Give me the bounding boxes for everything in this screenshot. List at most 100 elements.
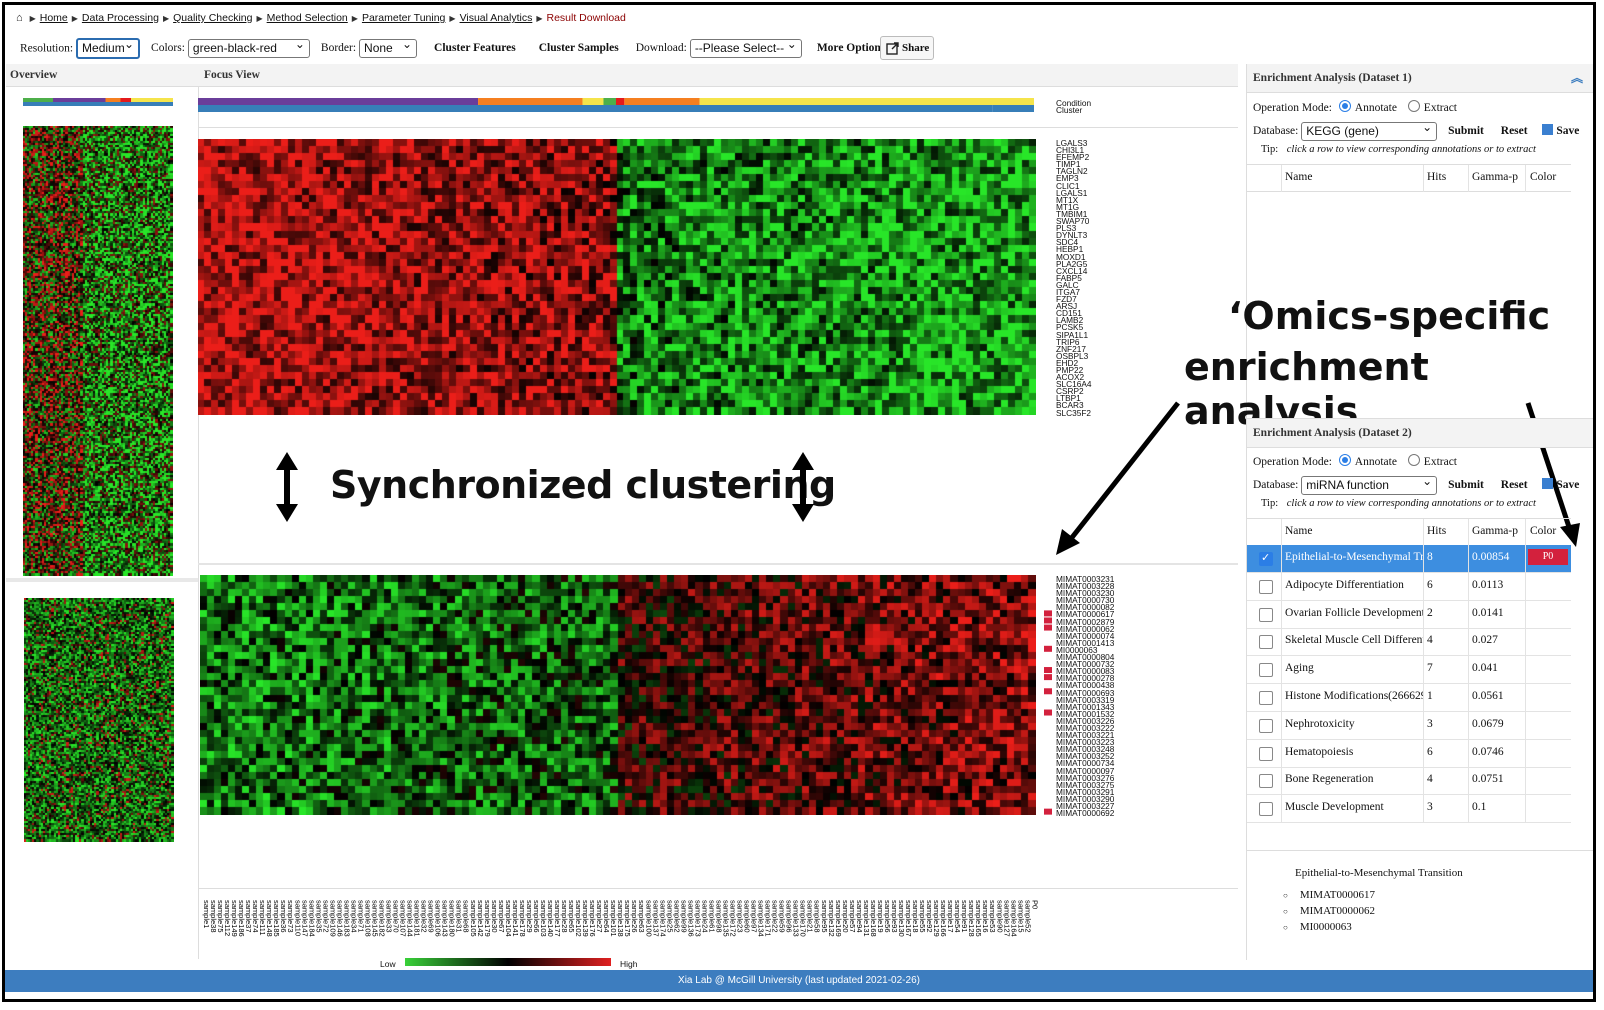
mirna-color-mark	[1044, 674, 1052, 681]
sync-annotation: Synchronized clustering	[330, 463, 836, 507]
enrichment-row[interactable]: Skeletal Muscle Cell Differentiat 4 0.02…	[1247, 628, 1571, 657]
more-options-button[interactable]: More Options	[817, 42, 885, 54]
annotation-bar-segment	[23, 102, 173, 106]
gene-label-column: LGALS3 CHI3L1 EFEMP2 TIMP1 TAGLN2 EMP3 CLIC1 LG…	[1056, 139, 1092, 417]
row-gamma-p: 0.0561	[1472, 690, 1504, 702]
colors-label: Colors:	[151, 42, 185, 55]
submit-button-2[interactable]: Submit	[1448, 479, 1484, 491]
row-hits: 7	[1427, 662, 1433, 675]
collapse-icon[interactable]: ︽	[1571, 64, 1583, 92]
save-icon[interactable]	[1542, 124, 1554, 136]
annotation-bar-segment	[198, 98, 479, 105]
share-button[interactable]: Share	[880, 36, 934, 60]
row-gamma-p: 0.0751	[1472, 773, 1504, 786]
cluster-label: Cluster	[1056, 105, 1083, 115]
focus-condition-bars	[198, 98, 1034, 112]
enrichment-row[interactable]: Ovarian Follicle Development 2 0.0141	[1247, 600, 1571, 629]
annotation-bar-segment	[616, 98, 625, 105]
database-row-2: Database: miRNA function Submit Reset Sa…	[1253, 474, 1579, 495]
row-gamma-p: 0.041	[1472, 662, 1498, 675]
overview-heatmap-genes[interactable]	[23, 126, 173, 576]
row-checkbox[interactable]	[1259, 635, 1273, 650]
breadcrumb-separator-icon: ▶	[449, 14, 456, 23]
row-checkbox[interactable]	[1259, 579, 1273, 594]
breadcrumb-link-home[interactable]: Home	[40, 12, 68, 24]
enrichment-1-table-header: Name Hits Gamma-p Color	[1247, 164, 1571, 192]
enrichment-2-title: Enrichment Analysis (Dataset 2)	[1247, 418, 1593, 448]
border-select[interactable]: None	[359, 37, 418, 58]
save-button-2[interactable]: Save	[1556, 479, 1579, 491]
resolution-select[interactable]: Medium	[76, 37, 141, 59]
enrichment-panel-2: Enrichment Analysis (Dataset 2) Operatio…	[1246, 418, 1593, 960]
database-select-1[interactable]: KEGG (gene)	[1301, 120, 1438, 141]
breadcrumb-link-method-selection[interactable]: Method Selection	[267, 12, 348, 24]
annotation-bar-segment	[105, 98, 121, 102]
footer: Xia Lab @ McGill University (last update…	[5, 970, 1593, 992]
annotation-bar-segment	[120, 98, 131, 102]
row-checkbox[interactable]	[1259, 802, 1273, 817]
breadcrumb-link-visual-analytics[interactable]: Visual Analytics	[460, 12, 533, 24]
mirna-color-marks	[1044, 610, 1052, 815]
row-checkbox[interactable]	[1259, 607, 1273, 622]
annotate-radio-1[interactable]	[1338, 100, 1351, 112]
row-gamma-p: 0.0141	[1472, 606, 1504, 619]
cluster-samples-button[interactable]: Cluster Samples	[539, 42, 619, 54]
breadcrumb-separator-icon: ▶	[256, 14, 263, 23]
row-gamma-p: 0.00854	[1472, 551, 1510, 563]
omics-annotation-line-1: ‘Omics-specific	[1228, 294, 1551, 338]
breadcrumb-link-parameter-tuning[interactable]: Parameter Tuning	[362, 12, 445, 24]
annotate-radio-2[interactable]	[1338, 454, 1351, 466]
save-icon[interactable]	[1542, 478, 1554, 490]
row-checkbox[interactable]	[1259, 691, 1273, 705]
download-select[interactable]: --Please Select--	[689, 37, 802, 58]
enrichment-row[interactable]: Histone Modifications(26662984 1 0.0561	[1247, 684, 1571, 712]
colors-select[interactable]: green-black-red	[187, 37, 310, 58]
cluster-features-button[interactable]: Cluster Features	[434, 42, 516, 54]
detail-list: ○ MIMAT0000617 ○ MIMAT0000062 ○ MI0000063	[1283, 885, 1375, 937]
enrichment-row[interactable]: Bone Regeneration 4 0.0751	[1247, 767, 1571, 796]
save-button-1[interactable]: Save	[1556, 125, 1579, 137]
focus-heatmap-genes[interactable]	[198, 139, 1036, 415]
database-select-2[interactable]: miRNA function	[1301, 474, 1438, 495]
annotation-bar-segment	[992, 105, 1034, 112]
detail-item: ○ MI0000063	[1283, 921, 1352, 933]
tip-row-1: Tip: click a row to view corresponding a…	[1261, 144, 1536, 155]
annotation-bar-segment	[23, 98, 53, 102]
row-hits: 3	[1427, 717, 1433, 730]
enrichment-row[interactable]: Aging 7 0.041	[1247, 656, 1571, 685]
extract-radio-1[interactable]	[1407, 100, 1420, 112]
mirna-label: MIMAT0000692	[1056, 808, 1115, 819]
reset-button-1[interactable]: Reset	[1501, 125, 1528, 137]
breadcrumb-link-quality-checking[interactable]: Quality Checking	[173, 12, 252, 24]
row-hits: 1	[1427, 690, 1433, 702]
row-checkbox[interactable]	[1259, 663, 1273, 678]
overview-heatmap-mirnas[interactable]	[24, 598, 174, 842]
annotation-bar-segment	[699, 98, 1034, 105]
breadcrumb-separator-icon: ▶	[536, 14, 543, 23]
annotation-bar-segment	[53, 98, 106, 102]
extract-radio-2[interactable]	[1407, 454, 1420, 466]
focus-mid-divider	[198, 563, 1238, 565]
enrichment-row[interactable]: Hematopoiesis 6 0.0746	[1247, 739, 1571, 768]
mirna-color-mark	[1044, 645, 1052, 652]
row-checkbox[interactable]	[1259, 718, 1273, 733]
breadcrumb-link-data-processing[interactable]: Data Processing	[82, 12, 159, 24]
enrichment-row[interactable]: Nephrotoxicity 3 0.0679	[1247, 711, 1571, 740]
row-hits: 2	[1427, 606, 1433, 619]
reset-button-2[interactable]: Reset	[1501, 479, 1528, 491]
legend-high: High	[620, 959, 638, 969]
focus-heatmap-mirnas[interactable]	[200, 575, 1036, 815]
row-hits: 6	[1427, 578, 1433, 591]
row-checkbox[interactable]	[1259, 746, 1273, 761]
legend-low: Low	[380, 959, 396, 969]
home-icon[interactable]: ⌂	[16, 12, 23, 24]
enrichment-row[interactable]: Adipocyte Differentiation 6 0.0113	[1247, 572, 1571, 601]
operation-mode-row-1: Operation Mode: Annotate Extract	[1253, 100, 1457, 114]
resolution-label: Resolution:	[20, 42, 74, 55]
submit-button-1[interactable]: Submit	[1448, 125, 1484, 137]
row-checkbox[interactable]	[1259, 774, 1273, 789]
enrichment-row[interactable]: Muscle Development 3 0.1	[1247, 795, 1571, 824]
row-checkbox[interactable]	[1259, 551, 1273, 566]
enrichment-row[interactable]: Epithelial-to-Mesenchymal Tran 8 0.00854…	[1247, 545, 1571, 573]
detail-title: Epithelial-to-Mesenchymal Transition	[1295, 867, 1463, 879]
